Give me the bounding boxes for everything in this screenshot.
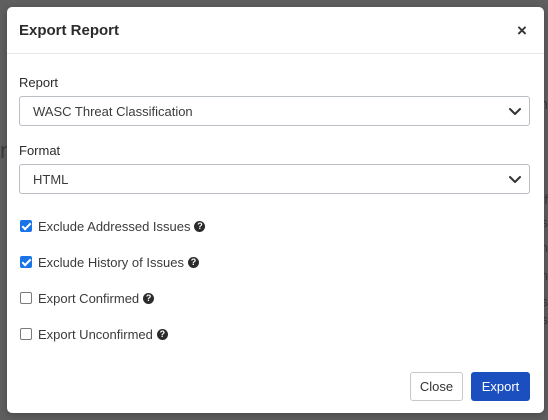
export-button[interactable]: Export: [471, 371, 530, 401]
chevron-down-icon: [509, 108, 521, 115]
export-confirmed-checkbox[interactable]: [20, 292, 32, 304]
option-exclude-addressed-issues[interactable]: Exclude Addressed Issues ?: [19, 217, 530, 235]
close-icon[interactable]: ×: [514, 22, 530, 39]
dialog-footer: Close Export: [7, 359, 544, 413]
report-select[interactable]: WASC Threat Classification: [19, 96, 530, 126]
format-select-value[interactable]: HTML: [19, 164, 530, 194]
background-text-fragment: f: [544, 192, 548, 207]
dialog-header: Export Report ×: [7, 7, 544, 54]
exclude-history-of-issues-checkbox[interactable]: [20, 256, 32, 268]
format-label: Format: [19, 143, 61, 158]
export-unconfirmed-checkbox[interactable]: [20, 328, 32, 340]
exclude-addressed-issues-checkbox[interactable]: [20, 220, 32, 232]
help-icon[interactable]: ?: [187, 256, 199, 268]
help-icon[interactable]: ?: [194, 220, 206, 232]
report-select-value[interactable]: WASC Threat Classification: [19, 96, 530, 126]
option-label: Exclude Addressed Issues: [38, 218, 191, 234]
dialog-body: Report WASC Threat Classification Format…: [7, 54, 544, 343]
option-export-unconfirmed[interactable]: Export Unconfirmed ?: [19, 325, 530, 343]
help-icon[interactable]: ?: [156, 328, 168, 340]
option-export-confirmed[interactable]: Export Confirmed ?: [19, 289, 530, 307]
dialog-title: Export Report: [19, 21, 120, 39]
format-select[interactable]: HTML: [19, 164, 530, 194]
option-label: Exclude History of Issues: [38, 254, 184, 270]
export-report-dialog: Export Report × Report WASC Threat Class…: [7, 7, 544, 413]
option-label: Export Unconfirmed: [38, 326, 153, 342]
close-button[interactable]: Close: [410, 371, 463, 401]
option-exclude-history-of-issues[interactable]: Exclude History of Issues ?: [19, 253, 530, 271]
report-label: Report: [19, 75, 59, 90]
help-icon[interactable]: ?: [143, 292, 155, 304]
chevron-down-icon: [509, 176, 521, 183]
export-options: Exclude Addressed Issues ? Exclude Histo…: [19, 217, 530, 343]
option-label: Export Confirmed: [38, 290, 140, 306]
